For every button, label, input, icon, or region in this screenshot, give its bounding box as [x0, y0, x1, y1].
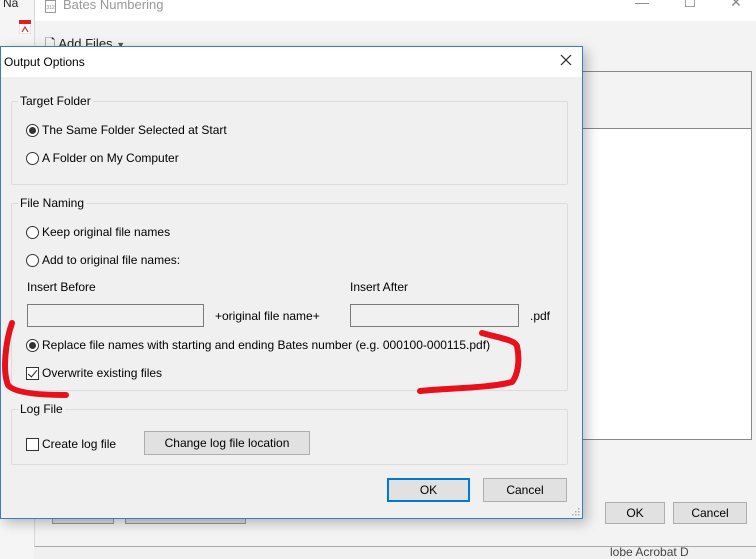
background-cancel-button[interactable]: Cancel	[673, 502, 747, 524]
insert-before-label: Insert Before	[27, 280, 96, 294]
insert-after-label: Insert After	[350, 280, 409, 294]
resize-grip-icon[interactable]	[572, 508, 580, 516]
checkbox[interactable]	[26, 437, 39, 451]
log-file-legend: Log File	[18, 402, 65, 416]
file-naming-legend: File Naming	[18, 196, 87, 210]
window-close-icon[interactable]: ✕	[726, 0, 746, 11]
output-options-dialog: Output Options Target Folder The Same Fo…	[0, 46, 583, 519]
radio-button-checked[interactable]	[26, 123, 39, 137]
log-file-group: Log File Create log file Change log file…	[11, 402, 568, 465]
radio-button[interactable]	[26, 151, 39, 165]
ok-button[interactable]: OK	[387, 478, 470, 502]
background-ok-button[interactable]: OK	[605, 502, 665, 524]
radio-button[interactable]	[26, 225, 39, 239]
close-icon[interactable]	[558, 52, 574, 68]
radio-button-checked[interactable]	[26, 338, 39, 352]
original-file-name-text: +original file name+	[215, 309, 320, 323]
bates-window-title: Bates Numbering	[63, 0, 164, 12]
pdf-extension-label: .pdf	[530, 309, 551, 323]
replace-with-bates-radio[interactable]: Replace file names with starting and end…	[26, 338, 490, 352]
folder-on-computer-label: A Folder on My Computer	[42, 151, 179, 165]
keep-original-radio[interactable]: Keep original file names	[26, 225, 170, 239]
file-list-header	[575, 71, 752, 129]
bates-window-titlebar: 312 Bates Numbering — ☐ ✕	[35, 0, 756, 21]
same-folder-radio[interactable]: The Same Folder Selected at Start	[26, 123, 227, 137]
change-log-location-button[interactable]: Change log file location	[144, 431, 310, 455]
background-footer-text: lobe Acrobat D	[610, 545, 689, 559]
background-partial-label: Na	[3, 0, 19, 10]
insert-after-input[interactable]	[350, 304, 519, 327]
bates-app-icon: 312	[45, 0, 56, 13]
overwrite-existing-label: Overwrite existing files	[42, 366, 163, 380]
maximize-icon[interactable]: ☐	[680, 0, 700, 11]
add-to-original-radio[interactable]: Add to original file names:	[26, 253, 180, 267]
cancel-button[interactable]: Cancel	[483, 478, 567, 502]
file-list[interactable]	[575, 128, 752, 440]
file-naming-group: File Naming Keep original file names Add…	[11, 196, 568, 391]
same-folder-label: The Same Folder Selected at Start	[42, 123, 227, 137]
minimize-icon[interactable]: —	[632, 0, 652, 10]
create-log-label: Create log file	[42, 437, 117, 451]
checkbox-checked[interactable]	[26, 366, 39, 380]
target-folder-group: Target Folder The Same Folder Selected a…	[11, 94, 568, 185]
target-folder-legend: Target Folder	[18, 94, 93, 108]
insert-before-input[interactable]	[27, 304, 204, 327]
pdf-file-icon	[19, 20, 31, 34]
replace-with-bates-label: Replace file names with starting and end…	[42, 338, 491, 352]
keep-original-label: Keep original file names	[42, 225, 171, 239]
dialog-titlebar: Output Options	[1, 47, 582, 77]
dialog-title: Output Options	[4, 55, 85, 69]
overwrite-existing-checkbox[interactable]: Overwrite existing files	[26, 366, 162, 380]
create-log-checkbox[interactable]: Create log file	[26, 437, 116, 451]
add-to-original-label: Add to original file names:	[42, 253, 181, 267]
folder-on-computer-radio[interactable]: A Folder on My Computer	[26, 151, 179, 165]
radio-button[interactable]	[26, 253, 39, 267]
